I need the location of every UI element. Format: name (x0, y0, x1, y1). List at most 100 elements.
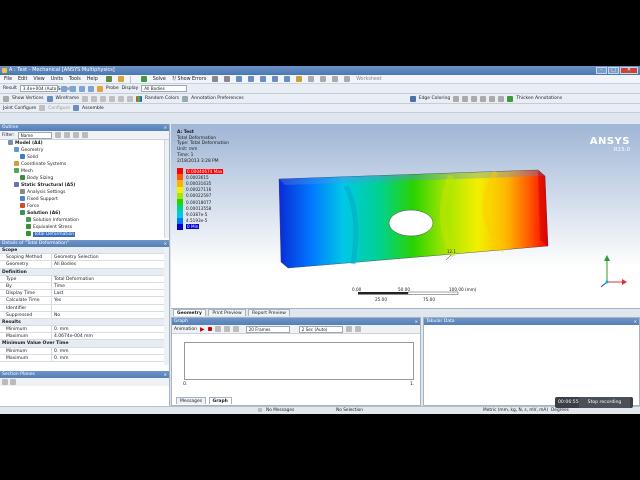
face-select-icon[interactable] (272, 76, 279, 82)
stop-icon[interactable] (207, 327, 212, 331)
stop-recording-button[interactable]: Stop recording (579, 397, 630, 408)
details-group-header[interactable]: Definition (0, 268, 164, 276)
filter-combo[interactable]: Name (17, 131, 52, 139)
edge-select-icon[interactable] (260, 76, 267, 82)
pan-icon[interactable] (320, 76, 327, 82)
collapse-tree-icon[interactable] (63, 132, 70, 138)
menu-tools[interactable]: Tools (69, 77, 81, 82)
maximize-button[interactable]: □ (608, 67, 619, 74)
assemble-icon[interactable] (73, 105, 79, 111)
details-group-header[interactable]: Results (0, 318, 164, 327)
configure-button[interactable]: Configure (48, 106, 70, 111)
section-pin-icon[interactable]: ✕ (164, 371, 167, 378)
edge-opt2-icon[interactable] (489, 95, 496, 102)
result-scale-combo[interactable]: 3.4e+004 (Auto Scale) (19, 85, 71, 92)
details-value[interactable]: Last (52, 290, 164, 296)
menu-help[interactable]: Help (87, 77, 98, 82)
pointer-icon[interactable] (224, 76, 231, 82)
outline-tree-item[interactable]: Fixed Support (0, 196, 169, 203)
edge-opt-icon[interactable] (480, 95, 487, 102)
fast-icon[interactable] (354, 326, 361, 332)
section-plane-icon[interactable] (2, 379, 8, 385)
thicken-annotations-button[interactable]: Thicken Annotations (516, 96, 562, 101)
outline-tree-item[interactable]: Coordinate Systems (0, 161, 169, 168)
outline-tree-item[interactable]: Total Deformation (0, 231, 169, 238)
solve-button[interactable]: Solve (153, 77, 166, 82)
outline-tree-item[interactable]: Equivalent Stress (0, 224, 169, 231)
thicken-icon[interactable] (507, 95, 514, 102)
pin-icon[interactable]: ✕ (164, 124, 167, 131)
annotation-icon[interactable] (182, 95, 189, 102)
outline-tree-item[interactable]: Solid (0, 154, 169, 161)
box-zoom-icon[interactable] (344, 76, 351, 82)
outline-tree-item[interactable]: Solution Information (0, 217, 169, 224)
messages-icon[interactable] (258, 408, 262, 412)
section-delete-icon[interactable] (10, 379, 16, 385)
hole-feature[interactable] (388, 209, 434, 237)
status-angle[interactable]: Degrees (551, 407, 569, 414)
configure-icon[interactable] (39, 105, 46, 111)
vertices-icon[interactable] (3, 95, 9, 102)
graph-pin-icon[interactable]: ✕ (415, 318, 418, 325)
outline-tree-item[interactable]: Mesh (0, 168, 169, 175)
triad-icon[interactable] (600, 255, 627, 288)
details-value[interactable]: Total Deformation (52, 276, 164, 282)
details-value[interactable]: Time (52, 283, 164, 289)
show-vertices-button[interactable]: Show Vertices (12, 96, 44, 101)
probe-button[interactable]: Probe (106, 86, 119, 91)
worksheet-button[interactable]: Worksheet (356, 77, 381, 82)
edge-coloring-icon[interactable] (409, 95, 416, 102)
outline-tree-item[interactable]: Solution (A6) (0, 210, 169, 217)
details-pin-icon[interactable]: ✕ (164, 240, 167, 247)
details-value[interactable] (52, 305, 164, 311)
menu-units[interactable]: Units (51, 77, 63, 82)
details-group-header[interactable]: Scope (0, 247, 164, 255)
assemble-button[interactable]: Assemble (82, 106, 104, 111)
loop-icon[interactable] (223, 326, 230, 332)
edges-icon[interactable] (78, 85, 85, 92)
step-icon[interactable] (214, 326, 221, 332)
outline-tree-item[interactable]: Geometry (0, 147, 169, 154)
slow-icon[interactable] (345, 326, 352, 332)
thin-edge-icon[interactable] (91, 95, 97, 102)
menu-edit[interactable]: Edit (18, 77, 27, 82)
wireframe-button[interactable]: Wireframe (56, 96, 79, 101)
geometry-display-icon[interactable] (60, 85, 67, 92)
line-width-icon[interactable] (462, 95, 469, 102)
graphics-viewport[interactable]: A: Test Total Deformation Type: Total Defo… (171, 124, 640, 308)
export-video-icon[interactable] (232, 326, 239, 332)
duration-combo[interactable]: 2 Sec (Auto) (298, 325, 343, 333)
environments-icon[interactable] (72, 132, 79, 138)
tab-graph[interactable]: Graph (208, 397, 232, 404)
thick-edge-icon[interactable] (100, 95, 106, 102)
random-colors-button[interactable]: Random Colors (145, 96, 179, 101)
objects-icon[interactable] (81, 132, 88, 138)
details-value[interactable]: 0. mm (52, 355, 164, 361)
outline-tree-item[interactable]: Force (0, 203, 169, 210)
open-icon[interactable] (117, 76, 124, 82)
annotation-preferences-button[interactable]: Annotation Preferences (191, 96, 244, 101)
expand-tree-icon[interactable] (54, 132, 61, 138)
tab-geometry[interactable]: Geometry (173, 309, 206, 316)
status-messages[interactable]: No Messages (266, 407, 294, 414)
line-style-icon[interactable] (453, 95, 460, 102)
details-value[interactable]: All Bodies (52, 261, 164, 267)
outline-tree-item[interactable]: Analysis Settings (0, 189, 169, 196)
details-value[interactable]: Yes (52, 297, 164, 303)
details-group-header[interactable]: Minimum Value Over Time (0, 340, 164, 348)
details-value[interactable]: 0. mm (52, 348, 164, 354)
solve-icon[interactable] (140, 76, 147, 82)
tab-messages[interactable]: Messages (176, 397, 207, 404)
details-value[interactable]: 0. mm (52, 326, 164, 332)
outline-tree-item[interactable]: Body Sizing (0, 175, 169, 182)
vertex-select-icon[interactable] (248, 76, 255, 82)
new-icon[interactable] (105, 76, 112, 82)
contour-icon[interactable] (69, 85, 76, 92)
edge-coloring-button[interactable]: Edge Coloring (419, 96, 450, 101)
edge-display-icon[interactable] (82, 95, 88, 102)
edge-toggle-icon[interactable] (471, 95, 478, 102)
details-value[interactable]: 4.0674e-004 mm (52, 333, 164, 339)
graph-plot-area[interactable] (184, 342, 414, 380)
tab-report-preview[interactable]: Report Preview (248, 309, 290, 316)
edge-opt3-icon[interactable] (498, 95, 505, 102)
